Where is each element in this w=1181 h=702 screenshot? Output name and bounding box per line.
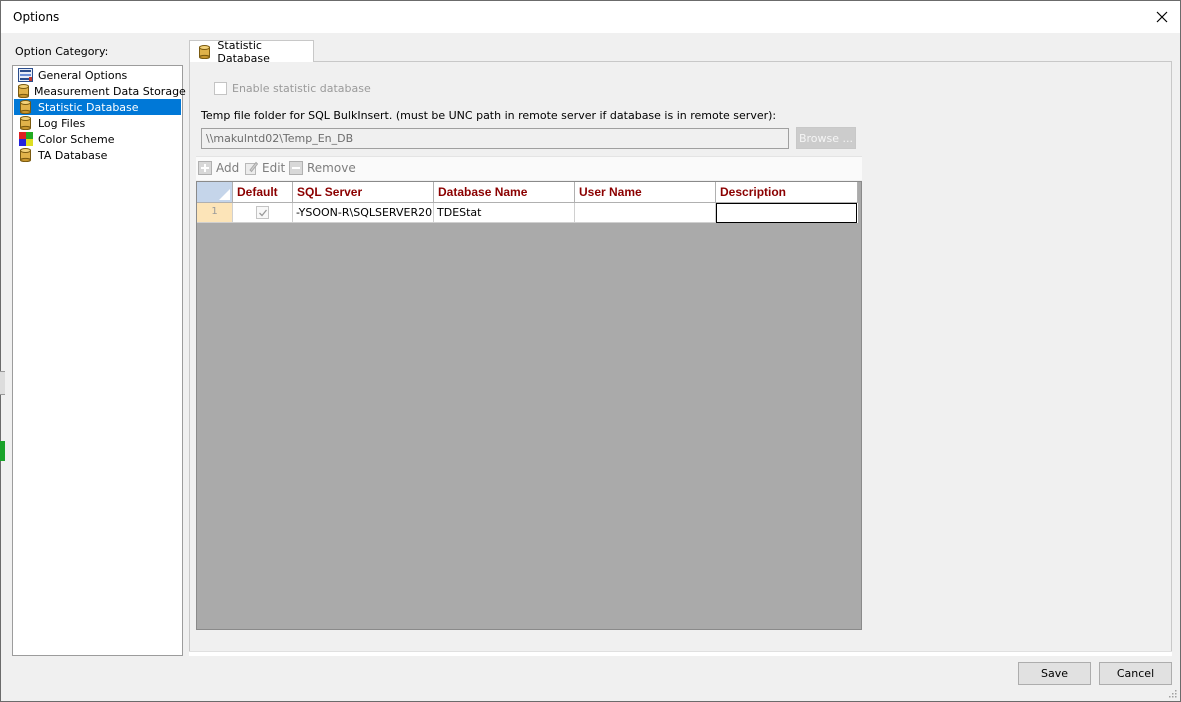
select-all-corner[interactable] <box>197 182 233 203</box>
cancel-button[interactable]: Cancel <box>1099 662 1172 685</box>
close-icon <box>1156 11 1168 23</box>
database-icon <box>18 116 33 130</box>
enable-statistic-database-checkbox[interactable]: Enable statistic database <box>214 82 371 95</box>
default-checkbox[interactable] <box>256 206 269 219</box>
edit-button[interactable]: Edit <box>244 161 285 175</box>
resize-grip-icon[interactable] <box>1167 688 1177 698</box>
enable-label: Enable statistic database <box>232 82 371 95</box>
category-item-label: Color Scheme <box>38 132 115 146</box>
background-window-edge <box>0 371 5 461</box>
category-item-color-scheme[interactable]: Color Scheme <box>14 131 181 147</box>
column-header-user-name[interactable]: User Name <box>575 182 716 203</box>
remove-label: Remove <box>307 161 356 175</box>
edit-label: Edit <box>262 161 286 175</box>
options-dialog: Options Option Category: General Options… <box>0 0 1181 702</box>
category-item-measurement-data-storage[interactable]: Measurement Data Storage <box>14 83 186 99</box>
database-icon <box>199 44 210 59</box>
category-item-ta-database[interactable]: TA Database <box>14 147 181 163</box>
option-category-label: Option Category: <box>15 45 109 58</box>
checkbox-box[interactable] <box>214 82 227 95</box>
column-header-default[interactable]: Default <box>233 182 293 203</box>
temp-folder-label: Temp file folder for SQL BulkInsert. (mu… <box>201 109 777 122</box>
add-icon <box>198 161 212 175</box>
tab-label: Statistic Database <box>217 38 270 65</box>
description-cell[interactable] <box>716 203 857 223</box>
title-bar: Options <box>1 1 1180 33</box>
database-icon <box>18 100 33 114</box>
add-label: Add <box>216 161 240 175</box>
grid-header-row: Default SQL Server Database Name User Na… <box>197 182 858 203</box>
remove-button[interactable]: Remove <box>289 161 356 175</box>
temp-folder-input[interactable]: \\makulntd02\Temp_En_DB <box>201 128 789 149</box>
category-item-label: Log Files <box>38 116 86 130</box>
category-item-label: Statistic Database <box>38 100 139 114</box>
grid-toolbar: Add Edit Remove <box>196 156 862 180</box>
database-grid[interactable]: Default SQL Server Database Name User Na… <box>196 181 862 630</box>
browse-button[interactable]: Browse ... <box>796 127 856 149</box>
edit-icon <box>244 161 258 175</box>
table-row[interactable]: 1 -YSOON-R\SQLSERVER2017 TDEStat <box>197 203 858 223</box>
category-item-label: Measurement Data Storage <box>34 84 186 98</box>
database-name-cell[interactable]: TDEStat <box>434 203 575 223</box>
category-item-log-files[interactable]: Log Files <box>14 115 181 131</box>
column-header-description[interactable]: Description <box>716 182 858 203</box>
window-title: Options <box>13 10 60 24</box>
category-item-statistic-database[interactable]: Statistic Database <box>14 99 181 115</box>
row-number[interactable]: 1 <box>197 203 233 223</box>
database-icon <box>18 148 33 162</box>
settings-list-icon <box>18 68 33 82</box>
remove-icon <box>289 161 303 175</box>
user-name-cell[interactable] <box>575 203 716 223</box>
save-button[interactable]: Save <box>1018 662 1091 685</box>
close-button[interactable] <box>1144 1 1180 33</box>
checkmark-icon <box>258 209 267 216</box>
column-header-database-name[interactable]: Database Name <box>434 182 575 203</box>
column-header-sql-server[interactable]: SQL Server <box>293 182 434 203</box>
database-icon <box>18 84 29 98</box>
default-cell[interactable] <box>233 203 293 223</box>
tab-statistic-database[interactable]: Statistic Database <box>189 38 314 65</box>
color-palette-icon <box>18 132 33 146</box>
category-item-label: General Options <box>38 68 128 82</box>
sql-server-cell[interactable]: -YSOON-R\SQLSERVER2017 <box>293 203 434 223</box>
category-item-label: TA Database <box>38 148 108 162</box>
add-button[interactable]: Add <box>198 161 239 175</box>
category-item-general-options[interactable]: General Options <box>14 67 181 83</box>
option-category-list[interactable]: General Options Measurement Data Storage… <box>12 65 186 656</box>
